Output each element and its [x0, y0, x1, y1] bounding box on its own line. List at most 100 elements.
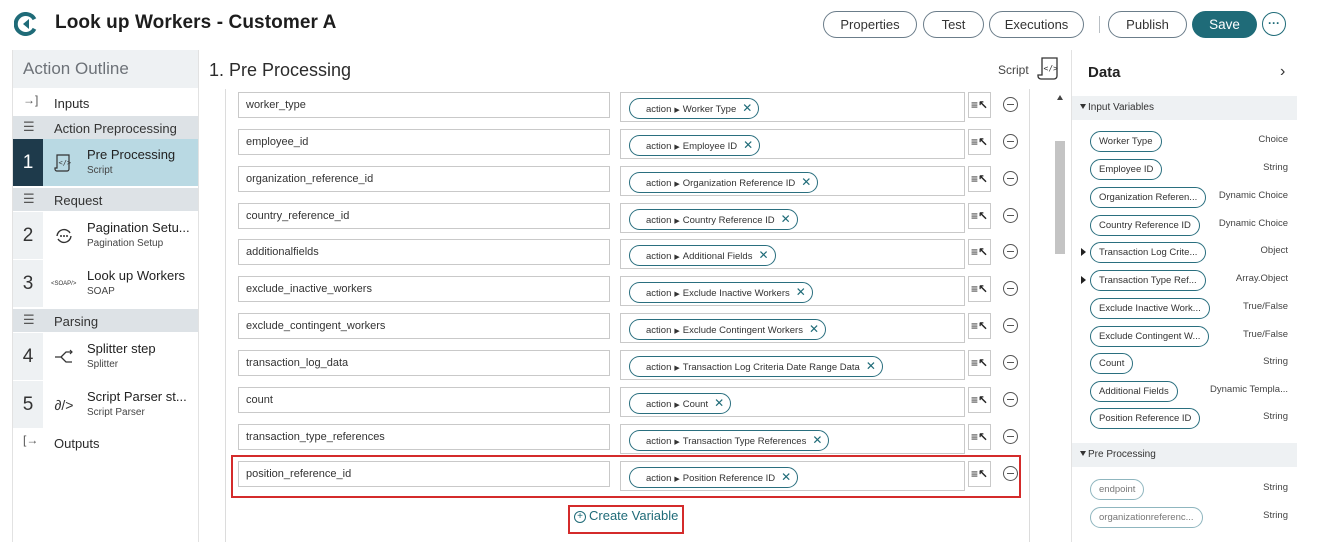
- data-picker-button[interactable]: ≡↖: [968, 276, 991, 302]
- outline-step-4[interactable]: 4 Splitter step Splitter: [13, 333, 199, 380]
- data-variable-chip[interactable]: Position Reference ID: [1090, 408, 1201, 429]
- remove-chip-icon[interactable]: ✕: [758, 248, 768, 262]
- data-picker-button[interactable]: ≡↖: [968, 203, 991, 229]
- data-picker-button[interactable]: ≡↖: [968, 313, 991, 339]
- data-variable-row[interactable]: Exclude Contingent W... True/False: [1072, 326, 1297, 354]
- action-value-chip[interactable]: action ▶ Exclude Inactive Workers ✕: [629, 282, 813, 303]
- data-variable-chip[interactable]: Exclude Contingent W...: [1090, 326, 1210, 347]
- data-picker-button[interactable]: ≡↖: [968, 129, 991, 155]
- remove-chip-icon[interactable]: ✕: [714, 396, 724, 410]
- remove-row-icon[interactable]: [1003, 318, 1018, 333]
- variable-name-field[interactable]: transaction_type_references: [238, 424, 610, 450]
- action-value-chip[interactable]: action ▶ Employee ID ✕: [629, 135, 761, 156]
- remove-chip-icon[interactable]: ✕: [801, 175, 811, 189]
- input-variables-section[interactable]: Input Variables: [1072, 96, 1297, 120]
- outline-step-1[interactable]: 1 </> Pre Processing Script: [13, 139, 199, 186]
- action-value-chip[interactable]: action ▶ Transaction Type References ✕: [629, 430, 830, 451]
- data-picker-button[interactable]: ≡↖: [968, 424, 991, 450]
- data-variable-row[interactable]: Employee ID String: [1072, 159, 1297, 187]
- outline-section-request[interactable]: ☰ Request: [13, 188, 199, 211]
- variable-name-field[interactable]: exclude_inactive_workers: [238, 276, 610, 302]
- scroll-thumb[interactable]: [1055, 141, 1065, 254]
- data-variable-row[interactable]: Additional Fields Dynamic Templa...: [1072, 381, 1297, 409]
- variable-name-field[interactable]: worker_type: [238, 92, 610, 118]
- save-button[interactable]: Save: [1192, 11, 1257, 38]
- data-variable-row[interactable]: organizationreferenc... String: [1072, 507, 1297, 535]
- data-variable-row[interactable]: Country Reference ID Dynamic Choice: [1072, 215, 1297, 243]
- back-logo-icon[interactable]: [14, 12, 38, 36]
- variable-name-field[interactable]: employee_id: [238, 129, 610, 155]
- outline-section-preprocessing[interactable]: ☰ Action Preprocessing: [13, 116, 199, 139]
- data-picker-button[interactable]: ≡↖: [968, 387, 991, 413]
- remove-chip-icon[interactable]: ✕: [781, 212, 791, 226]
- action-value-chip[interactable]: action ▶ Organization Reference ID ✕: [629, 172, 819, 193]
- publish-button[interactable]: Publish: [1108, 11, 1187, 38]
- data-variable-row[interactable]: Exclude Inactive Work... True/False: [1072, 298, 1297, 326]
- data-variable-chip[interactable]: Exclude Inactive Work...: [1090, 298, 1210, 319]
- variable-value-field[interactable]: action ▶ Transaction Type References ✕: [620, 424, 965, 454]
- data-variable-row[interactable]: Position Reference ID String: [1072, 408, 1297, 436]
- outline-step-3[interactable]: 3 <SOAP/> Look up Workers SOAP: [13, 260, 199, 307]
- script-editor-icon[interactable]: </>: [1037, 56, 1061, 82]
- variable-value-field[interactable]: action ▶ Worker Type ✕: [620, 92, 965, 122]
- scroll-up-arrow-icon[interactable]: [1057, 95, 1063, 100]
- variable-name-field[interactable]: organization_reference_id: [238, 166, 610, 192]
- remove-row-icon[interactable]: [1003, 244, 1018, 259]
- variable-value-field[interactable]: action ▶ Transaction Log Criteria Date Ran…: [620, 350, 965, 380]
- remove-row-icon[interactable]: [1003, 355, 1018, 370]
- remove-row-icon[interactable]: [1003, 429, 1018, 444]
- more-options-button[interactable]: ···: [1262, 12, 1286, 36]
- data-variable-row[interactable]: endpoint String: [1072, 479, 1297, 507]
- variable-name-field[interactable]: count: [238, 387, 610, 413]
- test-button[interactable]: Test: [923, 11, 984, 38]
- variable-name-field[interactable]: exclude_contingent_workers: [238, 313, 610, 339]
- data-variable-row[interactable]: Count String: [1072, 353, 1297, 381]
- remove-row-icon[interactable]: [1003, 134, 1018, 149]
- chevron-right-icon[interactable]: ›: [1280, 63, 1285, 81]
- outline-inputs-item[interactable]: →] Inputs: [13, 90, 199, 114]
- variable-value-field[interactable]: action ▶ Exclude Inactive Workers ✕: [620, 276, 965, 306]
- action-value-chip[interactable]: action ▶ Additional Fields ✕: [629, 245, 776, 266]
- action-value-chip[interactable]: action ▶ Worker Type ✕: [629, 98, 760, 119]
- data-variable-chip[interactable]: Organization Referen...: [1090, 187, 1207, 208]
- remove-row-icon[interactable]: [1003, 392, 1018, 407]
- data-picker-button[interactable]: ≡↖: [968, 166, 991, 192]
- data-variable-chip[interactable]: Transaction Type Ref...: [1090, 270, 1206, 291]
- action-value-chip[interactable]: action ▶ Exclude Contingent Workers ✕: [629, 319, 827, 340]
- outline-outputs-item[interactable]: [→ Outputs: [13, 430, 199, 454]
- scrollbar[interactable]: [1053, 89, 1067, 542]
- remove-chip-icon[interactable]: ✕: [812, 433, 822, 447]
- remove-chip-icon[interactable]: ✕: [742, 101, 752, 115]
- data-variable-chip[interactable]: Worker Type: [1090, 131, 1162, 152]
- expand-caret-icon[interactable]: [1081, 248, 1086, 256]
- remove-row-icon[interactable]: [1003, 171, 1018, 186]
- action-value-chip[interactable]: action ▶ Transaction Log Criteria Date Ran…: [629, 356, 883, 377]
- data-variable-chip[interactable]: Employee ID: [1090, 159, 1163, 180]
- variable-value-field[interactable]: action ▶ Employee ID ✕: [620, 129, 965, 159]
- remove-chip-icon[interactable]: ✕: [796, 285, 806, 299]
- action-value-chip[interactable]: action ▶ Country Reference ID ✕: [629, 209, 798, 230]
- pre-processing-section[interactable]: Pre Processing: [1072, 443, 1297, 467]
- action-value-chip[interactable]: action ▶ Count ✕: [629, 393, 732, 414]
- variable-value-field[interactable]: action ▶ Organization Reference ID ✕: [620, 166, 965, 196]
- data-variable-row[interactable]: Organization Referen... Dynamic Choice: [1072, 187, 1297, 215]
- data-variable-chip[interactable]: Count: [1090, 353, 1134, 374]
- data-picker-button[interactable]: ≡↖: [968, 239, 991, 265]
- remove-row-icon[interactable]: [1003, 208, 1018, 223]
- variable-name-field[interactable]: country_reference_id: [238, 203, 610, 229]
- expand-caret-icon[interactable]: [1081, 276, 1086, 284]
- variable-value-field[interactable]: action ▶ Count ✕: [620, 387, 965, 417]
- data-variable-chip[interactable]: endpoint: [1090, 479, 1145, 500]
- variable-value-field[interactable]: action ▶ Country Reference ID ✕: [620, 203, 965, 233]
- executions-button[interactable]: Executions: [989, 11, 1084, 38]
- data-variable-chip[interactable]: Transaction Log Crite...: [1090, 242, 1207, 263]
- remove-row-icon[interactable]: [1003, 281, 1018, 296]
- variable-value-field[interactable]: action ▶ Exclude Contingent Workers ✕: [620, 313, 965, 343]
- data-variable-row[interactable]: Transaction Type Ref... Array.Object: [1072, 270, 1297, 298]
- variable-name-field[interactable]: additionalfields: [238, 239, 610, 265]
- data-variable-chip[interactable]: organizationreferenc...: [1090, 507, 1203, 528]
- variable-value-field[interactable]: action ▶ Additional Fields ✕: [620, 239, 965, 269]
- properties-button[interactable]: Properties: [823, 11, 917, 38]
- data-variable-row[interactable]: Worker Type Choice: [1072, 131, 1297, 159]
- data-variable-row[interactable]: Transaction Log Crite... Object: [1072, 242, 1297, 270]
